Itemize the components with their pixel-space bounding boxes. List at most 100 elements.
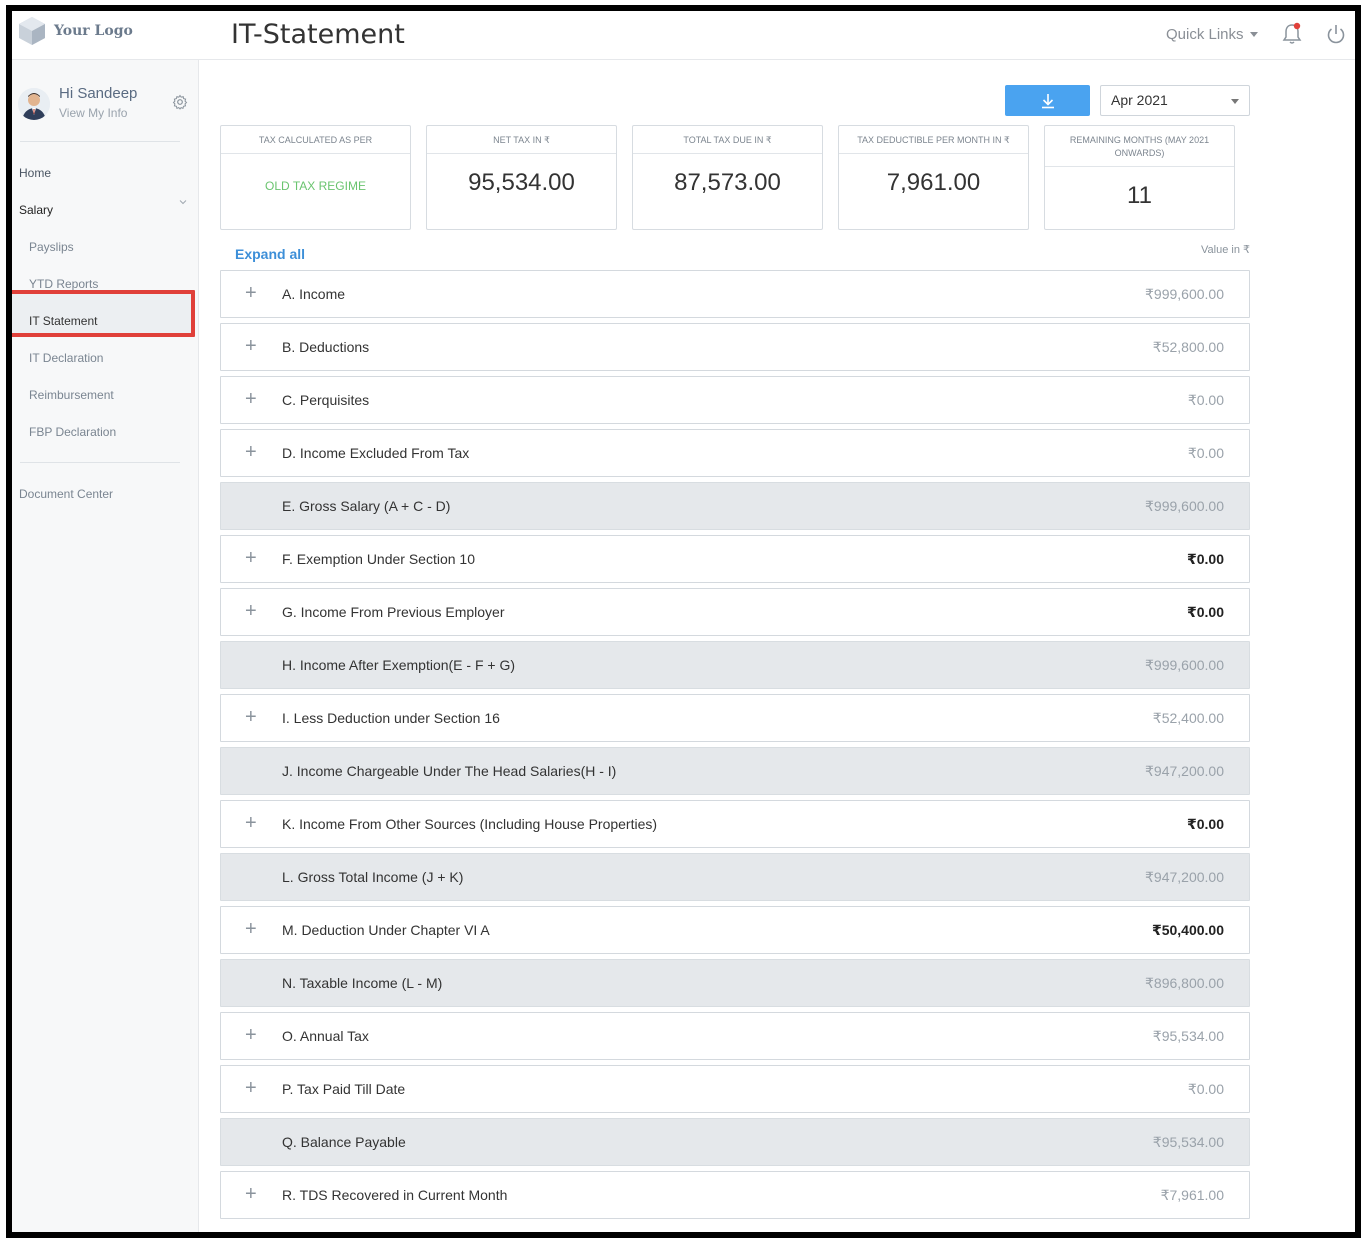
statement-row: L. Gross Total Income (J + K) ₹947,200.00: [220, 853, 1250, 901]
sidebar-divider: [20, 462, 180, 463]
row-amount: ₹999,600.00: [1145, 498, 1224, 514]
expand-plus-icon[interactable]: +: [245, 918, 257, 940]
statement-row[interactable]: + I. Less Deduction under Section 16 ₹52,4…: [220, 694, 1250, 742]
avatar[interactable]: [18, 88, 50, 120]
app-window: Your Logo IT-Statement Quick Links Hi Sa…: [6, 5, 1361, 1238]
card-title: TAX DEDUCTIBLE PER MONTH IN ₹: [839, 126, 1028, 154]
sidebar-item-fbp-declaration[interactable]: FBP Declaration: [29, 425, 116, 439]
expand-plus-icon[interactable]: +: [245, 1183, 257, 1205]
row-label: I. Less Deduction under Section 16: [282, 710, 500, 726]
highlight-box: [12, 290, 195, 337]
expand-plus-icon[interactable]: +: [245, 388, 257, 410]
top-bar: Your Logo IT-Statement Quick Links: [12, 11, 1355, 60]
view-my-info-link[interactable]: View My Info: [59, 106, 127, 120]
user-profile: Hi Sandeep View My Info: [18, 82, 188, 142]
expand-plus-icon[interactable]: +: [245, 1077, 257, 1099]
row-amount: ₹7,961.00: [1160, 1187, 1224, 1203]
expand-plus-icon[interactable]: +: [245, 600, 257, 622]
row-label: C. Perquisites: [282, 392, 370, 408]
expand-plus-icon[interactable]: +: [245, 547, 257, 569]
row-label: J. Income Chargeable Under The Head Sala…: [282, 763, 617, 779]
month-select[interactable]: Apr 2021: [1100, 85, 1250, 116]
chevron-down-icon: [1249, 32, 1258, 37]
statement-row[interactable]: + O. Annual Tax ₹95,534.00: [220, 1012, 1250, 1060]
row-label: B. Deductions: [282, 339, 370, 355]
statement-row[interactable]: + R. TDS Recovered in Current Month ₹7,961…: [220, 1171, 1250, 1219]
summary-card-net-tax: NET TAX IN ₹ 95,534.00: [426, 125, 617, 230]
row-label: R. TDS Recovered in Current Month: [282, 1187, 508, 1203]
row-amount: ₹52,800.00: [1152, 339, 1224, 355]
bell-icon[interactable]: [1281, 22, 1303, 46]
row-amount: ₹95,534.00: [1152, 1134, 1224, 1150]
statement-row[interactable]: + P. Tax Paid Till Date ₹0.00: [220, 1065, 1250, 1113]
card-title: TOTAL TAX DUE IN ₹: [633, 126, 822, 154]
expand-plus-icon[interactable]: +: [245, 706, 257, 728]
card-value: 87,573.00: [674, 169, 781, 196]
statement-row: H. Income After Exemption(E - F + G) ₹999…: [220, 641, 1250, 689]
main-content: Apr 2021 TAX CALCULATED AS PER OLD TAX R…: [200, 60, 1355, 1232]
expand-plus-icon[interactable]: +: [245, 441, 257, 463]
summary-cards: TAX CALCULATED AS PER OLD TAX REGIME NET…: [220, 125, 1235, 230]
statement-rows: + A. Income ₹999,600.00 + B. Deductions ₹52,8…: [220, 270, 1250, 1224]
row-amount: ₹0.00: [1187, 392, 1224, 408]
statement-row: J. Income Chargeable Under The Head Sala…: [220, 747, 1250, 795]
logo-cube-icon: [19, 17, 45, 45]
row-amount: ₹947,200.00: [1145, 869, 1224, 885]
sidebar: Hi Sandeep View My Info Home Salary Pays…: [12, 60, 199, 1232]
statement-row[interactable]: + K. Income From Other Sources (Including…: [220, 800, 1250, 848]
row-amount: ₹999,600.00: [1145, 286, 1224, 302]
download-button[interactable]: [1005, 85, 1090, 116]
row-label: N. Taxable Income (L - M): [282, 975, 443, 991]
summary-card-tax-regime: TAX CALCULATED AS PER OLD TAX REGIME: [220, 125, 411, 230]
sidebar-item-it-declaration[interactable]: IT Declaration: [29, 351, 103, 365]
row-label: D. Income Excluded From Tax: [282, 445, 470, 461]
statement-row[interactable]: + B. Deductions ₹52,800.00: [220, 323, 1250, 371]
gear-icon[interactable]: [172, 94, 188, 110]
summary-card-remaining-months: REMAINING MONTHS (MAY 2021 ONWARDS) 11: [1044, 125, 1235, 230]
row-amount: ₹0.00: [1187, 551, 1224, 567]
expand-plus-icon[interactable]: +: [245, 335, 257, 357]
statement-row[interactable]: + M. Deduction Under Chapter VI A ₹50,400.…: [220, 906, 1250, 954]
summary-card-total-tax-due: TOTAL TAX DUE IN ₹ 87,573.00: [632, 125, 823, 230]
chevron-down-icon: [1231, 99, 1239, 104]
expand-all-link[interactable]: Expand all: [235, 246, 305, 262]
user-greeting: Hi Sandeep: [59, 85, 138, 102]
sidebar-divider: [20, 141, 180, 142]
row-label: M. Deduction Under Chapter VI A: [282, 922, 490, 938]
statement-row[interactable]: + F. Exemption Under Section 10 ₹0.00: [220, 535, 1250, 583]
sidebar-item-document-center[interactable]: Document Center: [19, 487, 113, 501]
row-label: A. Income: [282, 286, 346, 302]
card-value: 7,961.00: [886, 169, 981, 196]
row-label: F. Exemption Under Section 10: [282, 551, 475, 567]
statement-row[interactable]: + D. Income Excluded From Tax ₹0.00: [220, 429, 1250, 477]
sidebar-item-ytd-reports[interactable]: YTD Reports: [29, 277, 98, 291]
sidebar-item-home[interactable]: Home: [19, 166, 51, 180]
quick-links-label: Quick Links: [1166, 26, 1244, 43]
row-label: O. Annual Tax: [282, 1028, 369, 1044]
expand-plus-icon[interactable]: +: [245, 282, 257, 304]
month-select-value: Apr 2021: [1111, 92, 1168, 108]
row-label: K. Income From Other Sources (Including …: [282, 816, 658, 832]
card-value: 95,534.00: [468, 169, 575, 196]
row-amount: ₹95,534.00: [1152, 1028, 1224, 1044]
expand-plus-icon[interactable]: +: [245, 1024, 257, 1046]
row-label: P. Tax Paid Till Date: [282, 1081, 406, 1097]
statement-row: Q. Balance Payable ₹95,534.00: [220, 1118, 1250, 1166]
row-label: G. Income From Previous Employer: [282, 604, 505, 620]
row-amount: ₹0.00: [1187, 604, 1224, 620]
sidebar-item-payslips[interactable]: Payslips: [29, 240, 74, 254]
statement-row[interactable]: + C. Perquisites ₹0.00: [220, 376, 1250, 424]
statement-row[interactable]: + G. Income From Previous Employer ₹0.00: [220, 588, 1250, 636]
row-label: L. Gross Total Income (J + K): [282, 869, 464, 885]
statement-row[interactable]: + A. Income ₹999,600.00: [220, 270, 1250, 318]
quick-links-dropdown[interactable]: Quick Links: [1166, 26, 1258, 43]
sidebar-item-salary[interactable]: Salary: [19, 203, 53, 217]
power-icon[interactable]: [1325, 22, 1347, 46]
chevron-down-icon[interactable]: [179, 198, 187, 206]
card-title: REMAINING MONTHS (MAY 2021 ONWARDS): [1045, 126, 1234, 167]
row-amount: ₹0.00: [1187, 816, 1224, 832]
sidebar-item-reimbursement[interactable]: Reimbursement: [29, 388, 114, 402]
card-title: NET TAX IN ₹: [427, 126, 616, 154]
expand-plus-icon[interactable]: +: [245, 812, 257, 834]
logo[interactable]: Your Logo: [16, 15, 133, 47]
